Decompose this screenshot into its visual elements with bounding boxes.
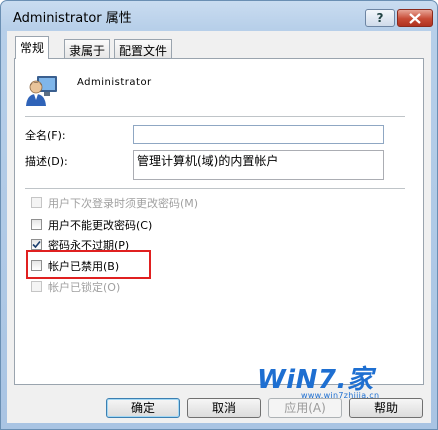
tab-profile[interactable]: 配置文件	[114, 39, 173, 58]
fullname-input[interactable]	[133, 125, 384, 144]
help-icon: ?	[376, 11, 384, 25]
checkbox-box[interactable]	[31, 219, 42, 230]
properties-window: Administrator 属性 ? 常规 隶属于 配置文件 Administr…	[0, 0, 438, 430]
title-bar[interactable]: Administrator 属性 ?	[1, 1, 437, 29]
checkbox-label: 帐户已锁定(O)	[48, 281, 121, 294]
user-name: Administrator	[77, 77, 152, 88]
window-title: Administrator 属性	[13, 11, 132, 26]
description-input[interactable]: 管理计算机(域)的内置帐户	[133, 150, 384, 180]
close-icon	[409, 13, 421, 24]
checkmark-icon	[32, 240, 41, 249]
apply-button[interactable]: 应用(A)	[268, 398, 342, 418]
checkbox-label: 用户下次登录时须更改密码(M)	[48, 197, 199, 210]
tab-member-of[interactable]: 隶属于	[64, 39, 111, 58]
user-monitor-icon	[26, 76, 57, 106]
fullname-label: 全名(F):	[25, 129, 66, 142]
dialog-client-area: 常规 隶属于 配置文件 Administrator 全名(F): 描述(D): …	[7, 31, 431, 423]
red-highlight-box	[26, 250, 151, 279]
ok-button[interactable]: 确定	[106, 398, 180, 418]
tab-general[interactable]: 常规	[15, 36, 50, 59]
cancel-button[interactable]: 取消	[187, 398, 261, 418]
checkbox-box[interactable]	[31, 281, 42, 292]
help-button[interactable]: 帮助	[349, 398, 423, 418]
separator	[25, 116, 405, 117]
separator-2	[25, 188, 405, 189]
checkbox-box[interactable]	[31, 197, 42, 208]
description-label: 描述(D):	[25, 155, 68, 168]
checkbox-box[interactable]	[31, 239, 42, 250]
close-button[interactable]	[397, 9, 433, 27]
checkbox-label: 用户不能更改密码(C)	[48, 219, 153, 232]
help-title-button[interactable]: ?	[365, 9, 395, 27]
